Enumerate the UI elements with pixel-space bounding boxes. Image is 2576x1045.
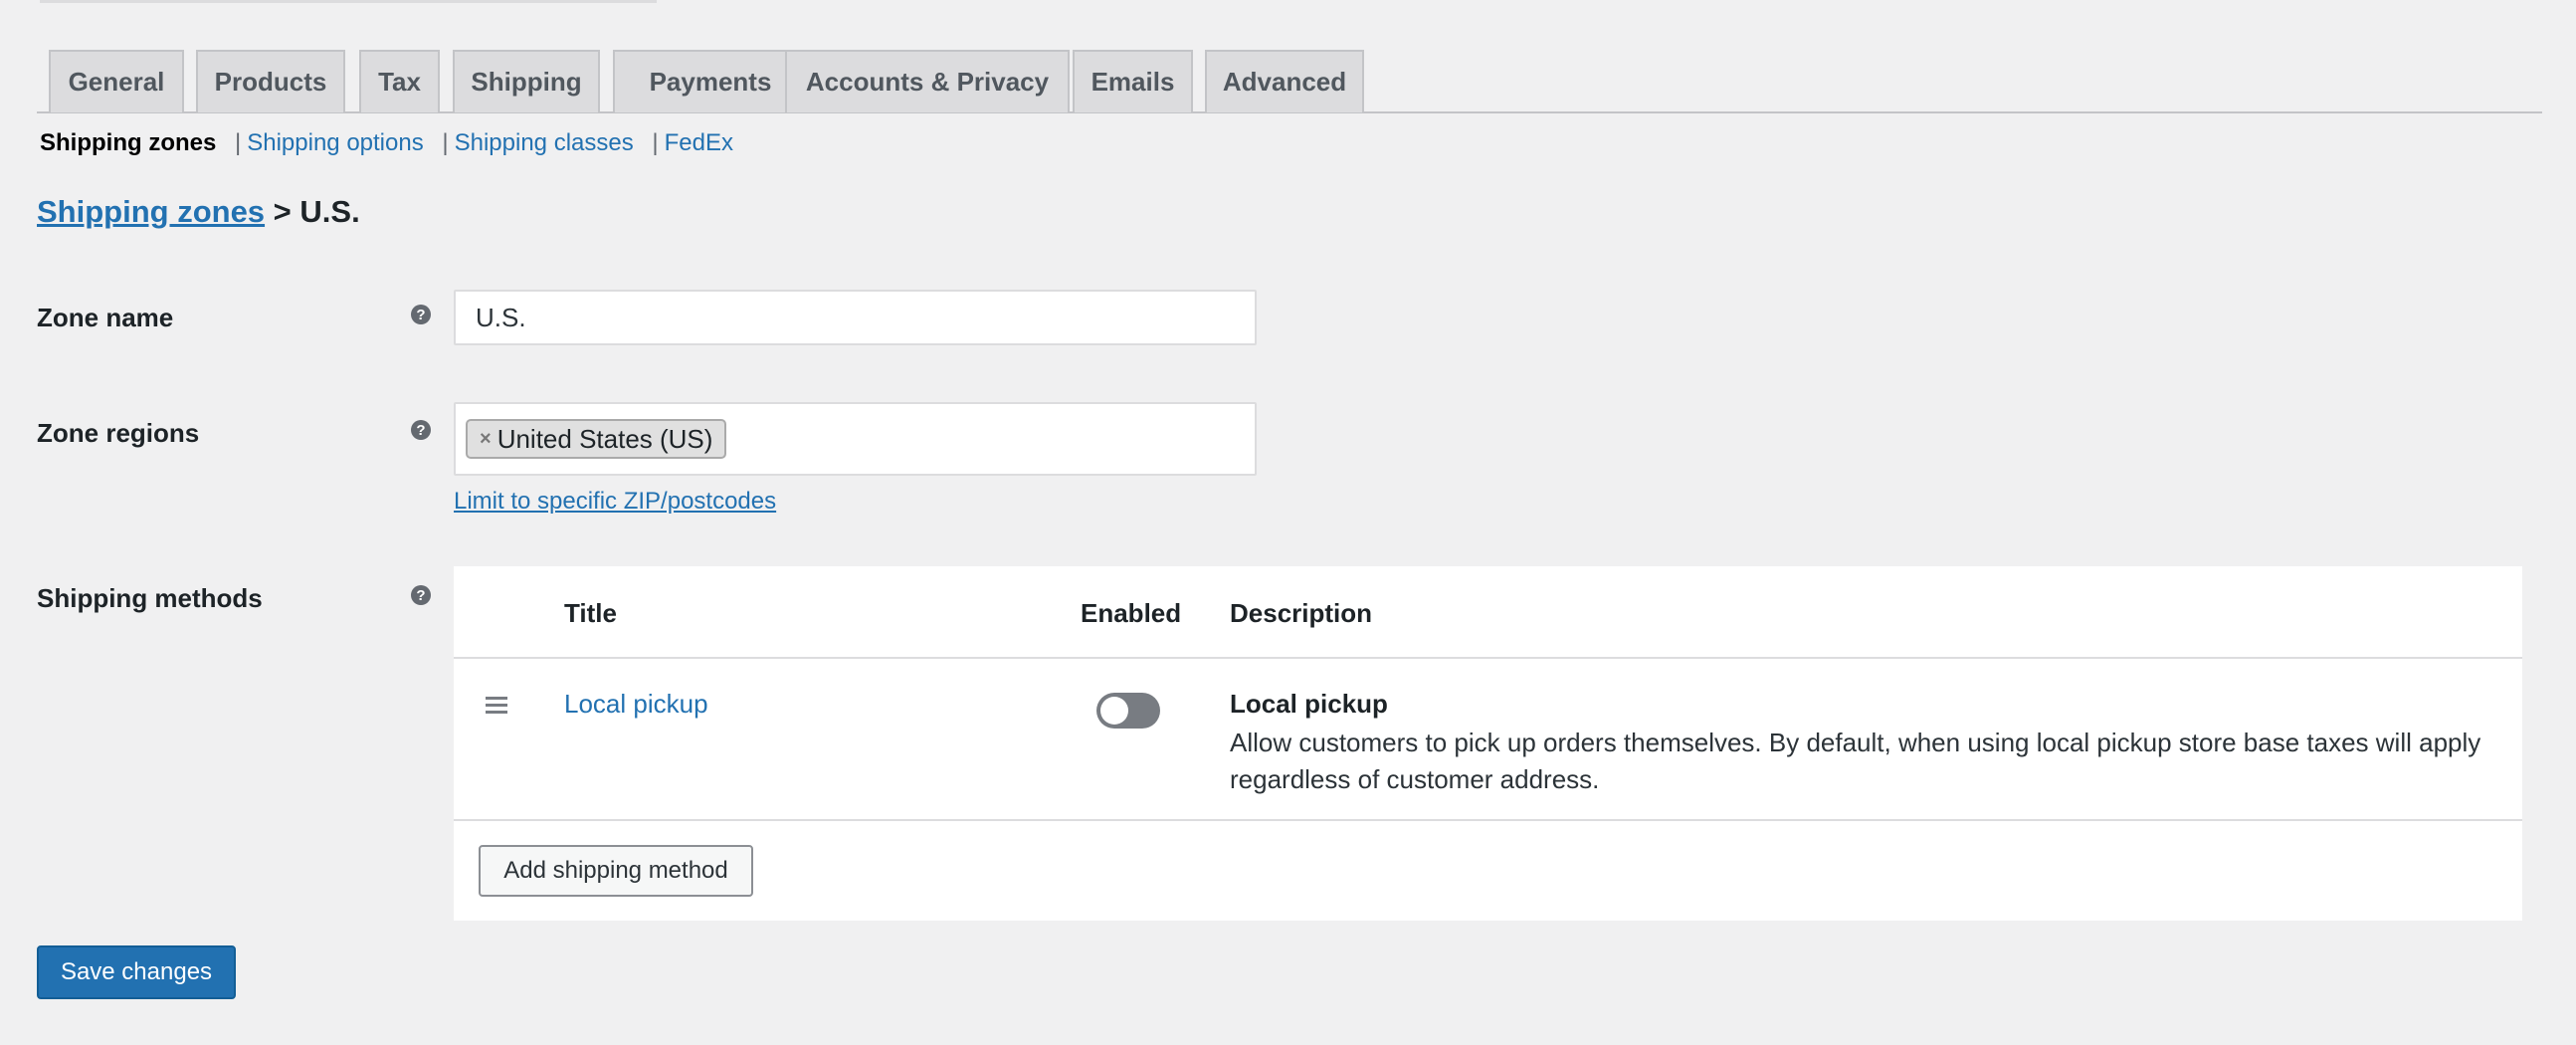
help-icon[interactable]: ? [411,420,431,440]
tab-emails[interactable]: Emails [1073,50,1193,112]
column-header-title: Title [564,598,617,628]
tab-general[interactable]: General [49,50,184,112]
column-header-enabled: Enabled [1081,598,1182,628]
subnav-shipping-options[interactable]: Shipping options [247,129,423,156]
zone-regions-select[interactable]: × United States (US) [454,402,1257,476]
method-title-link[interactable]: Local pickup [564,689,708,720]
add-shipping-method-button[interactable]: Add shipping method [479,845,753,897]
tab-products[interactable]: Products [196,50,345,112]
method-description-title: Local pickup [1230,689,1388,719]
help-icon[interactable]: ? [411,305,431,324]
subnav-separator: | [652,129,659,156]
method-description-text: Allow customers to pick up orders themse… [1230,728,2481,794]
drag-handle-icon[interactable] [486,697,507,718]
method-enabled-toggle[interactable] [1096,693,1160,729]
tab-tax[interactable]: Tax [359,50,440,112]
save-changes-button[interactable]: Save changes [37,945,236,999]
page-title-zone: > U.S. [265,194,360,229]
subnav-separator: | [442,129,449,156]
zone-name-input[interactable]: U.S. [454,290,1257,345]
zone-name-label: Zone name [37,303,174,332]
top-divider [40,0,657,3]
tab-advanced[interactable]: Advanced [1205,50,1364,112]
limit-postcodes-link[interactable]: Limit to specific ZIP/postcodes [454,488,776,516]
help-icon[interactable]: ? [411,585,431,605]
subnav-shipping-classes[interactable]: Shipping classes [455,129,634,156]
page-title: Shipping zones > U.S. [37,194,360,230]
remove-region-icon[interactable]: × [480,428,492,451]
shipping-methods-label: Shipping methods [37,583,263,613]
toggle-knob [1100,697,1128,725]
settings-tabs: General Products Tax Shipping Payments A… [37,50,2542,113]
subnav-separator: | [235,129,242,156]
table-divider [454,657,2522,659]
tab-shipping[interactable]: Shipping [453,50,600,112]
subnav-fedex[interactable]: FedEx [665,129,733,156]
zone-regions-label: Zone regions [37,418,200,448]
tab-payments[interactable]: Payments [613,50,808,112]
region-chip-label: United States (US) [496,423,713,454]
breadcrumb-shipping-zones-link[interactable]: Shipping zones [37,194,265,229]
table-divider [454,819,2522,821]
shipping-subnav: Shipping zones | Shipping options | Shippi… [40,129,733,157]
subnav-shipping-zones: Shipping zones [40,129,217,156]
region-chip: × United States (US) [466,419,727,459]
tab-accounts-privacy[interactable]: Accounts & Privacy [785,50,1070,112]
column-header-description: Description [1230,598,1373,628]
zone-name-value: U.S. [476,302,526,332]
